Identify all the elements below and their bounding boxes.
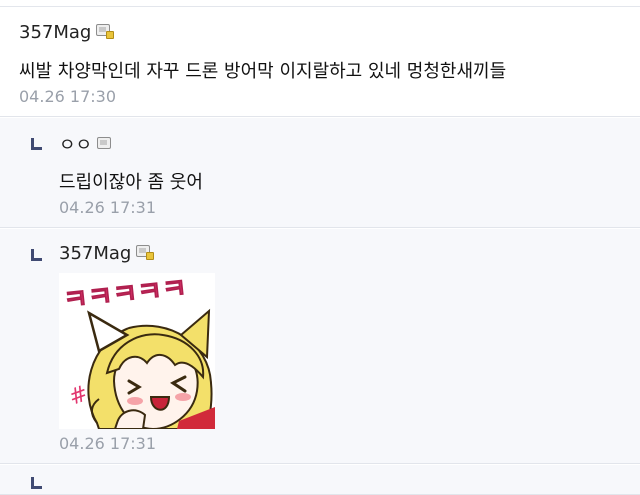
reply-arrow-icon xyxy=(31,249,42,261)
gallog-icon[interactable] xyxy=(97,137,112,149)
reply-arrow-icon xyxy=(31,477,42,489)
gallog-icon[interactable] xyxy=(96,24,115,39)
comment-author[interactable]: 357Mag xyxy=(59,243,155,264)
comment-item: 357Mag 씨발 차양막인데 자꾸 드론 방어막 이지랄하고 있네 멍청한새끼… xyxy=(0,7,640,117)
reply-item: 357Mag ㅋㅋㅋㅋㅋ # 04.26 17:31 xyxy=(0,229,640,464)
laughing-girl-sticker-image: ㅋㅋㅋㅋㅋ # xyxy=(59,273,215,429)
dccon-sticker[interactable]: ㅋㅋㅋㅋㅋ # xyxy=(59,273,215,429)
reply-arrow-icon xyxy=(31,138,42,150)
comment-text: 씨발 차양막인데 자꾸 드론 방어막 이지랄하고 있네 멍청한새끼들 xyxy=(19,61,507,82)
comment-text: 드립이잖아 좀 웃어 xyxy=(59,172,203,193)
comment-author[interactable]: ㅇㅇ xyxy=(59,131,112,157)
reply-item: ㅇㅇ 드립이잖아 좀 웃어 04.26 17:31 xyxy=(0,118,640,228)
reply-item xyxy=(0,465,640,495)
gallog-icon[interactable] xyxy=(136,245,155,260)
comment-date: 04.26 17:31 xyxy=(59,198,156,217)
comment-date: 04.26 17:30 xyxy=(19,87,116,106)
comment-date: 04.26 17:31 xyxy=(59,434,156,453)
comment-author[interactable]: 357Mag xyxy=(19,22,115,43)
